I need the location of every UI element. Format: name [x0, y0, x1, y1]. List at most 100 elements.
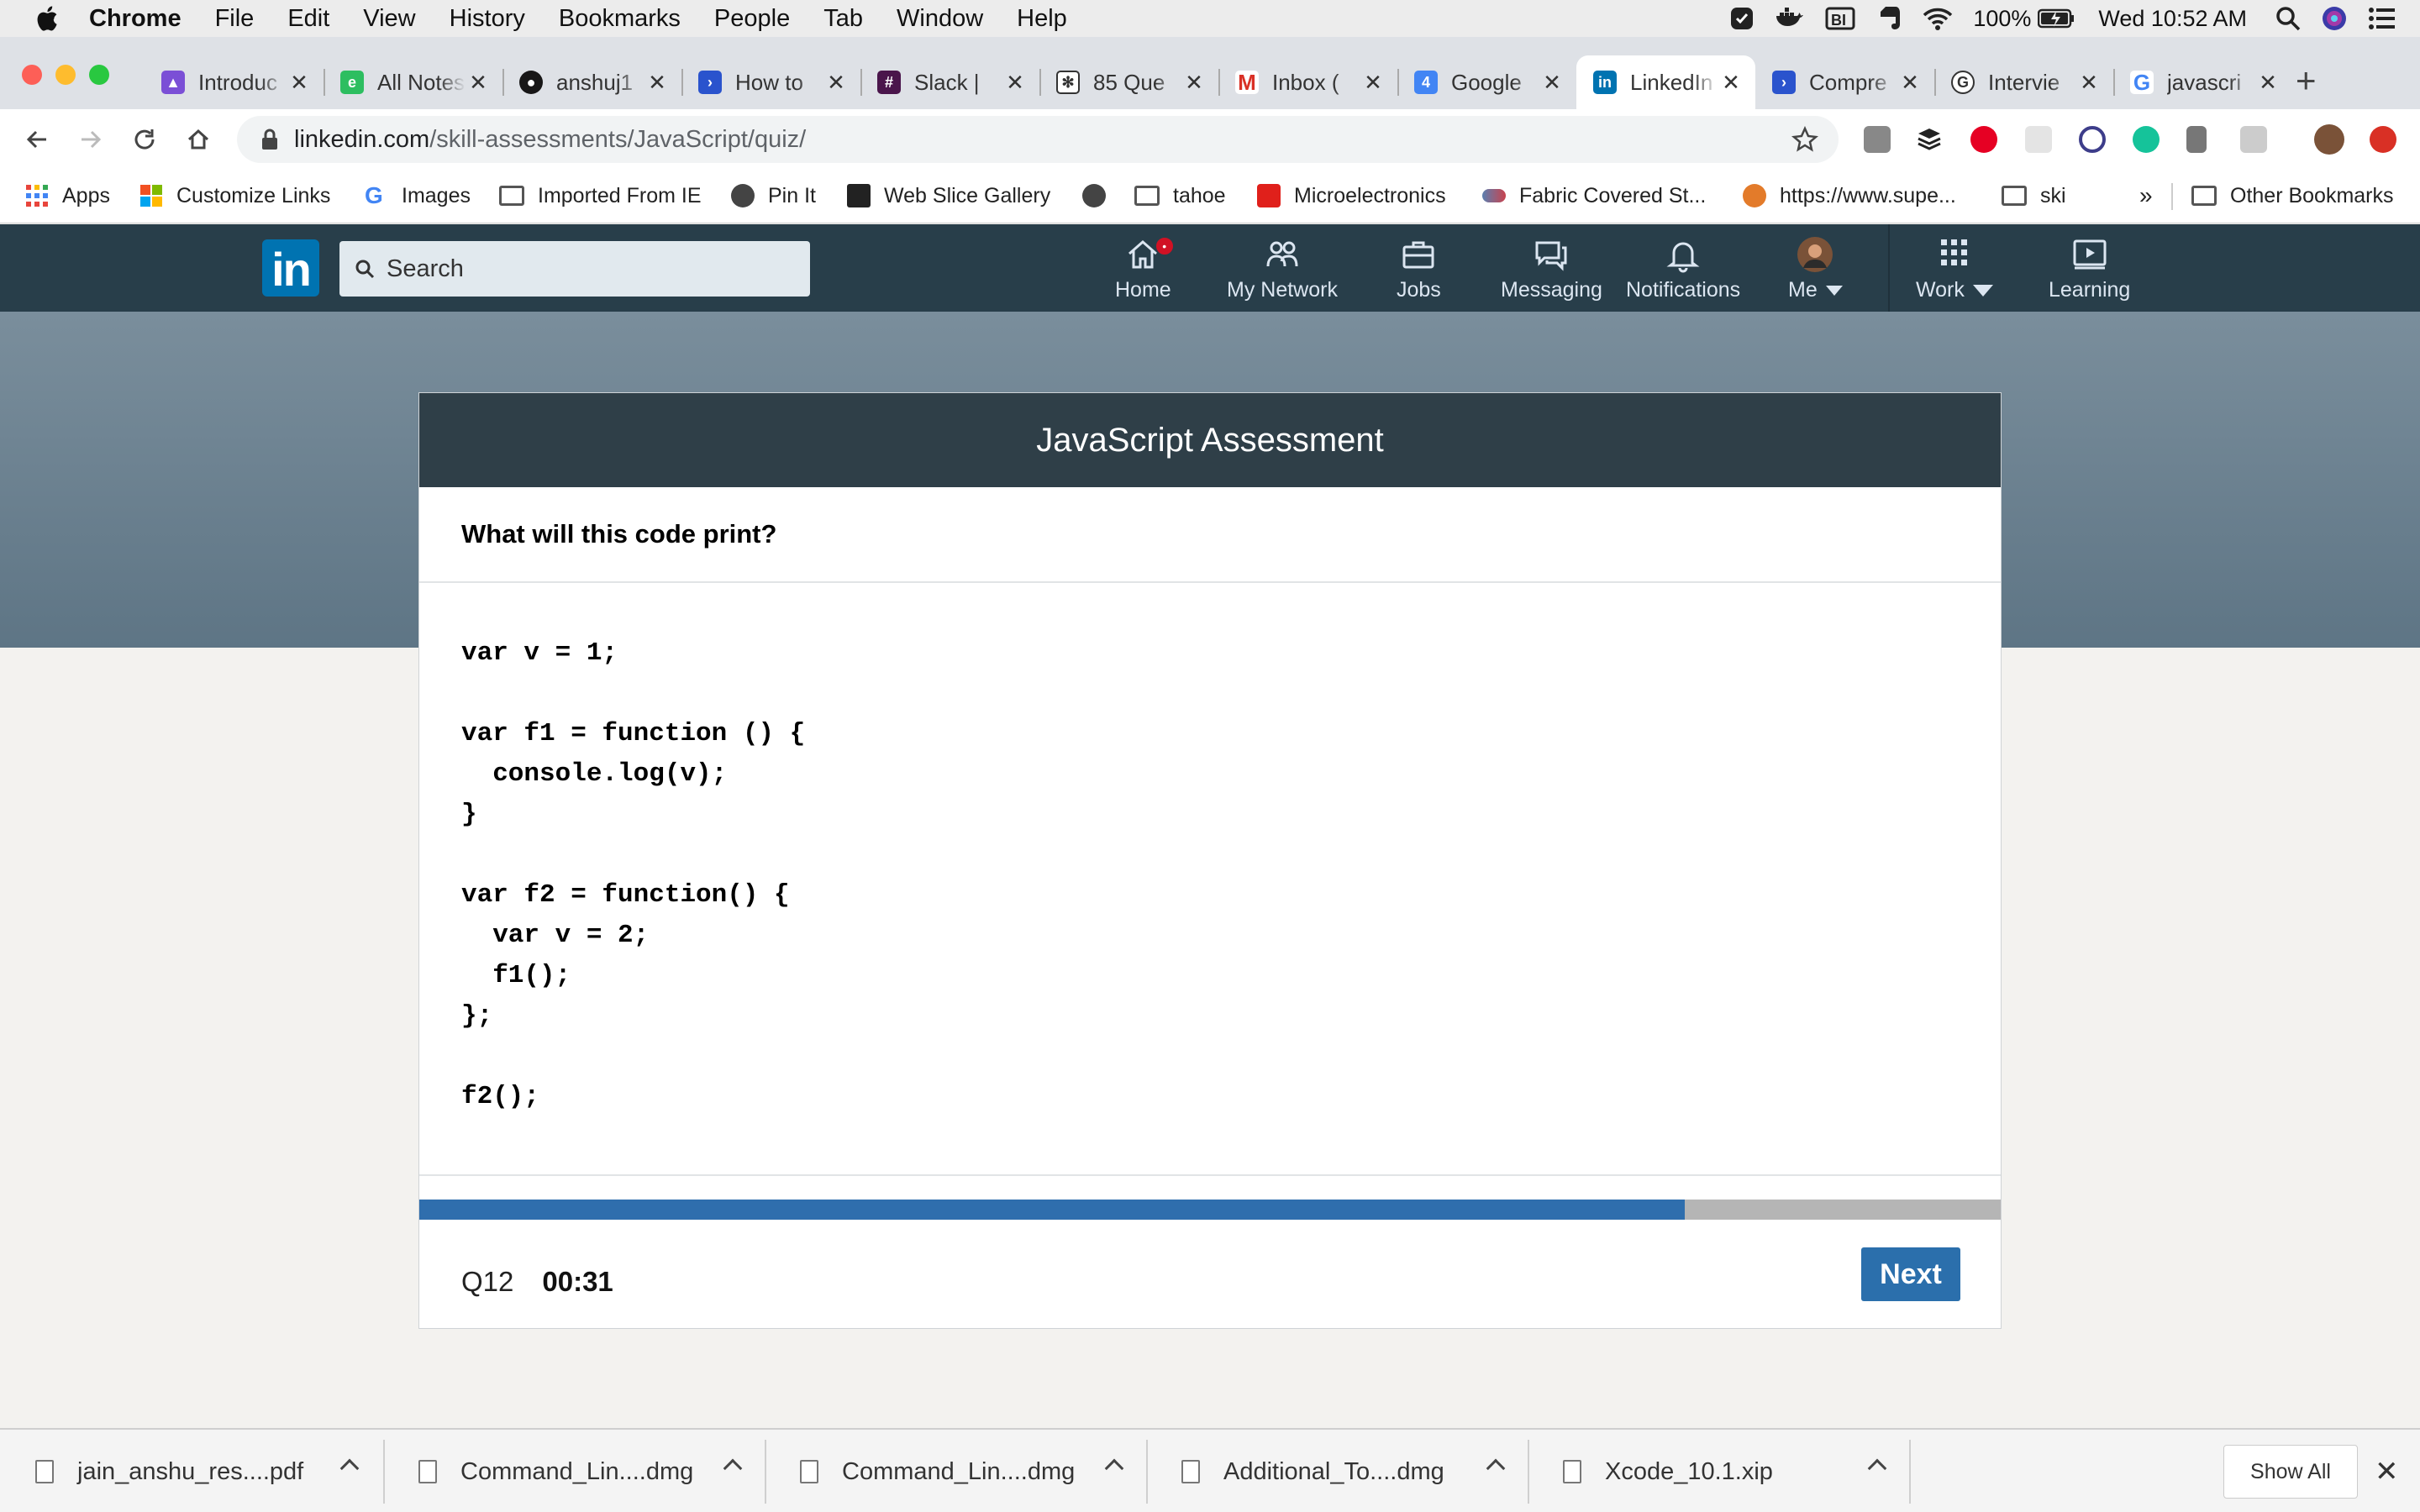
chevron-up-icon[interactable]: [1486, 1458, 1506, 1478]
checkmark-status-icon[interactable]: [1729, 6, 1754, 31]
extension-icon[interactable]: [2186, 126, 2207, 153]
bookmark-fabric-covered[interactable]: Fabric Covered St...: [1482, 181, 1706, 210]
bookmark-microelectronics[interactable]: Microelectronics: [1257, 181, 1446, 210]
apple-logo-icon[interactable]: [34, 4, 59, 33]
menu-tab[interactable]: Tab: [823, 5, 863, 33]
profile-avatar[interactable]: [2314, 124, 2344, 155]
chevron-up-icon[interactable]: [339, 1458, 360, 1478]
reload-button[interactable]: [126, 121, 163, 158]
window-close-button[interactable]: [22, 65, 42, 85]
bookmark-apps[interactable]: Apps: [25, 181, 110, 210]
download-item[interactable]: jain_anshu_res....pdf: [0, 1436, 381, 1507]
nav-messaging[interactable]: Messaging: [1501, 236, 1602, 305]
tab-close-icon[interactable]: ✕: [2255, 70, 2281, 96]
bookmark-images[interactable]: G Images: [365, 181, 471, 210]
evernote-status-icon[interactable]: [1876, 5, 1902, 32]
grammarly-extension-icon[interactable]: [2133, 126, 2160, 153]
extension-icon[interactable]: [1864, 126, 1891, 153]
tab-close-icon[interactable]: ✕: [823, 70, 849, 96]
buffer-extension-icon[interactable]: [1916, 126, 1943, 153]
wifi-icon[interactable]: [1923, 6, 1953, 31]
download-item[interactable]: Command_Lin....dmg: [765, 1436, 1146, 1507]
menu-file[interactable]: File: [215, 5, 255, 33]
next-button[interactable]: Next: [1861, 1247, 1960, 1301]
blocker-extension-icon[interactable]: [2079, 126, 2106, 153]
home-button[interactable]: [180, 121, 217, 158]
bi-status-icon[interactable]: BI: [1825, 6, 1855, 31]
bookmark-pin-it[interactable]: Pin It: [731, 181, 816, 210]
address-bar[interactable]: linkedin.com/skill-assessments/JavaScrip…: [237, 116, 1839, 163]
browser-tab[interactable]: G Intervie ✕: [1934, 55, 2113, 109]
tab-close-icon[interactable]: ✕: [1539, 70, 1565, 96]
browser-tab[interactable]: # Slack | ✕: [860, 55, 1039, 109]
tab-close-icon[interactable]: ✕: [1181, 70, 1207, 96]
extension-icon[interactable]: [2240, 126, 2267, 153]
menu-edit[interactable]: Edit: [287, 5, 329, 33]
forward-button[interactable]: [72, 121, 109, 158]
bookmarks-overflow-button[interactable]: »: [2139, 181, 2153, 210]
nav-home[interactable]: • Home: [1115, 236, 1175, 305]
menu-app-name[interactable]: Chrome: [89, 5, 182, 33]
menu-bookmarks[interactable]: Bookmarks: [559, 5, 681, 33]
docker-status-icon[interactable]: [1775, 6, 1805, 31]
tab-close-icon[interactable]: ✕: [1897, 70, 1923, 96]
browser-tab[interactable]: e All Notes ✕: [324, 55, 502, 109]
chevron-up-icon[interactable]: [723, 1458, 743, 1478]
bookmark-globe[interactable]: [1082, 181, 1119, 210]
new-tab-button[interactable]: +: [2296, 62, 2317, 99]
tab-close-icon[interactable]: ✕: [1002, 70, 1028, 96]
bookmark-folder-tahoe[interactable]: tahoe: [1134, 181, 1226, 210]
browser-tab[interactable]: ● anshuj1 ✕: [502, 55, 681, 109]
menu-history[interactable]: History: [450, 5, 525, 33]
nav-jobs[interactable]: Jobs: [1397, 236, 1441, 305]
nav-me[interactable]: Me: [1788, 236, 1843, 305]
show-all-downloads-button[interactable]: Show All: [2223, 1445, 2358, 1499]
nav-work[interactable]: Work: [1916, 236, 1993, 305]
bookmark-folder-imported-from-ie[interactable]: Imported From IE: [499, 181, 702, 210]
window-minimize-button[interactable]: [55, 65, 76, 85]
notification-center-icon[interactable]: [2368, 7, 2396, 30]
pinterest-extension-icon[interactable]: [1970, 126, 1997, 153]
linkedin-logo[interactable]: in: [262, 239, 319, 297]
menubar-clock[interactable]: Wed 10:52 AM: [2098, 6, 2247, 32]
battery-icon[interactable]: [2038, 8, 2075, 29]
tab-close-icon[interactable]: ✕: [644, 70, 670, 96]
extension-icon[interactable]: [2025, 126, 2052, 153]
download-item[interactable]: Xcode_10.1.xip: [1528, 1436, 1909, 1507]
tab-close-icon[interactable]: ✕: [2076, 70, 2102, 96]
menu-people[interactable]: People: [714, 5, 790, 33]
nav-notifications[interactable]: Notifications: [1626, 236, 1740, 305]
nav-my-network[interactable]: My Network: [1227, 236, 1338, 305]
menu-help[interactable]: Help: [1017, 5, 1067, 33]
browser-tab[interactable]: › Compre ✕: [1755, 55, 1934, 109]
browser-tab[interactable]: Gjavascri ✕: [2113, 55, 2292, 109]
nav-learning[interactable]: Learning: [2049, 236, 2130, 305]
chevron-up-icon[interactable]: [1867, 1458, 1887, 1478]
browser-tab[interactable]: ▲ Introduc ✕: [145, 55, 324, 109]
browser-tab[interactable]: › How to ✕: [681, 55, 860, 109]
bookmark-star-icon[interactable]: [1791, 126, 1818, 153]
browser-tab[interactable]: M Inbox (✕: [1218, 55, 1397, 109]
close-icon[interactable]: ✕: [2375, 1455, 2399, 1488]
tab-close-icon[interactable]: ✕: [1360, 70, 1386, 96]
update-badge-icon[interactable]: [2370, 126, 2396, 153]
tab-close-icon[interactable]: ✕: [287, 70, 312, 96]
browser-tab-active[interactable]: in LinkedIn ✕: [1576, 55, 1755, 109]
bookmark-supe-link[interactable]: https://www.supe...: [1743, 181, 1956, 210]
lock-icon[interactable]: [260, 129, 279, 150]
browser-tab[interactable]: 4 Google ✕: [1397, 55, 1576, 109]
bookmark-folder-other-bookmarks[interactable]: Other Bookmarks: [2191, 181, 2394, 210]
search-input[interactable]: [387, 255, 790, 283]
bookmark-web-slice-gallery[interactable]: Web Slice Gallery: [847, 181, 1050, 210]
download-item[interactable]: Additional_To....dmg: [1146, 1436, 1528, 1507]
bookmark-folder-ski[interactable]: ski: [2002, 181, 2066, 210]
window-zoom-button[interactable]: [89, 65, 109, 85]
menu-view[interactable]: View: [363, 5, 415, 33]
tab-close-icon[interactable]: ✕: [1718, 70, 1744, 96]
browser-tab[interactable]: ✻ 85 Que ✕: [1039, 55, 1218, 109]
back-button[interactable]: [18, 121, 55, 158]
download-item[interactable]: Command_Lin....dmg: [383, 1436, 765, 1507]
bookmark-customize-links[interactable]: Customize Links: [139, 181, 330, 210]
tab-close-icon[interactable]: ✕: [466, 70, 491, 96]
menu-window[interactable]: Window: [897, 5, 983, 33]
